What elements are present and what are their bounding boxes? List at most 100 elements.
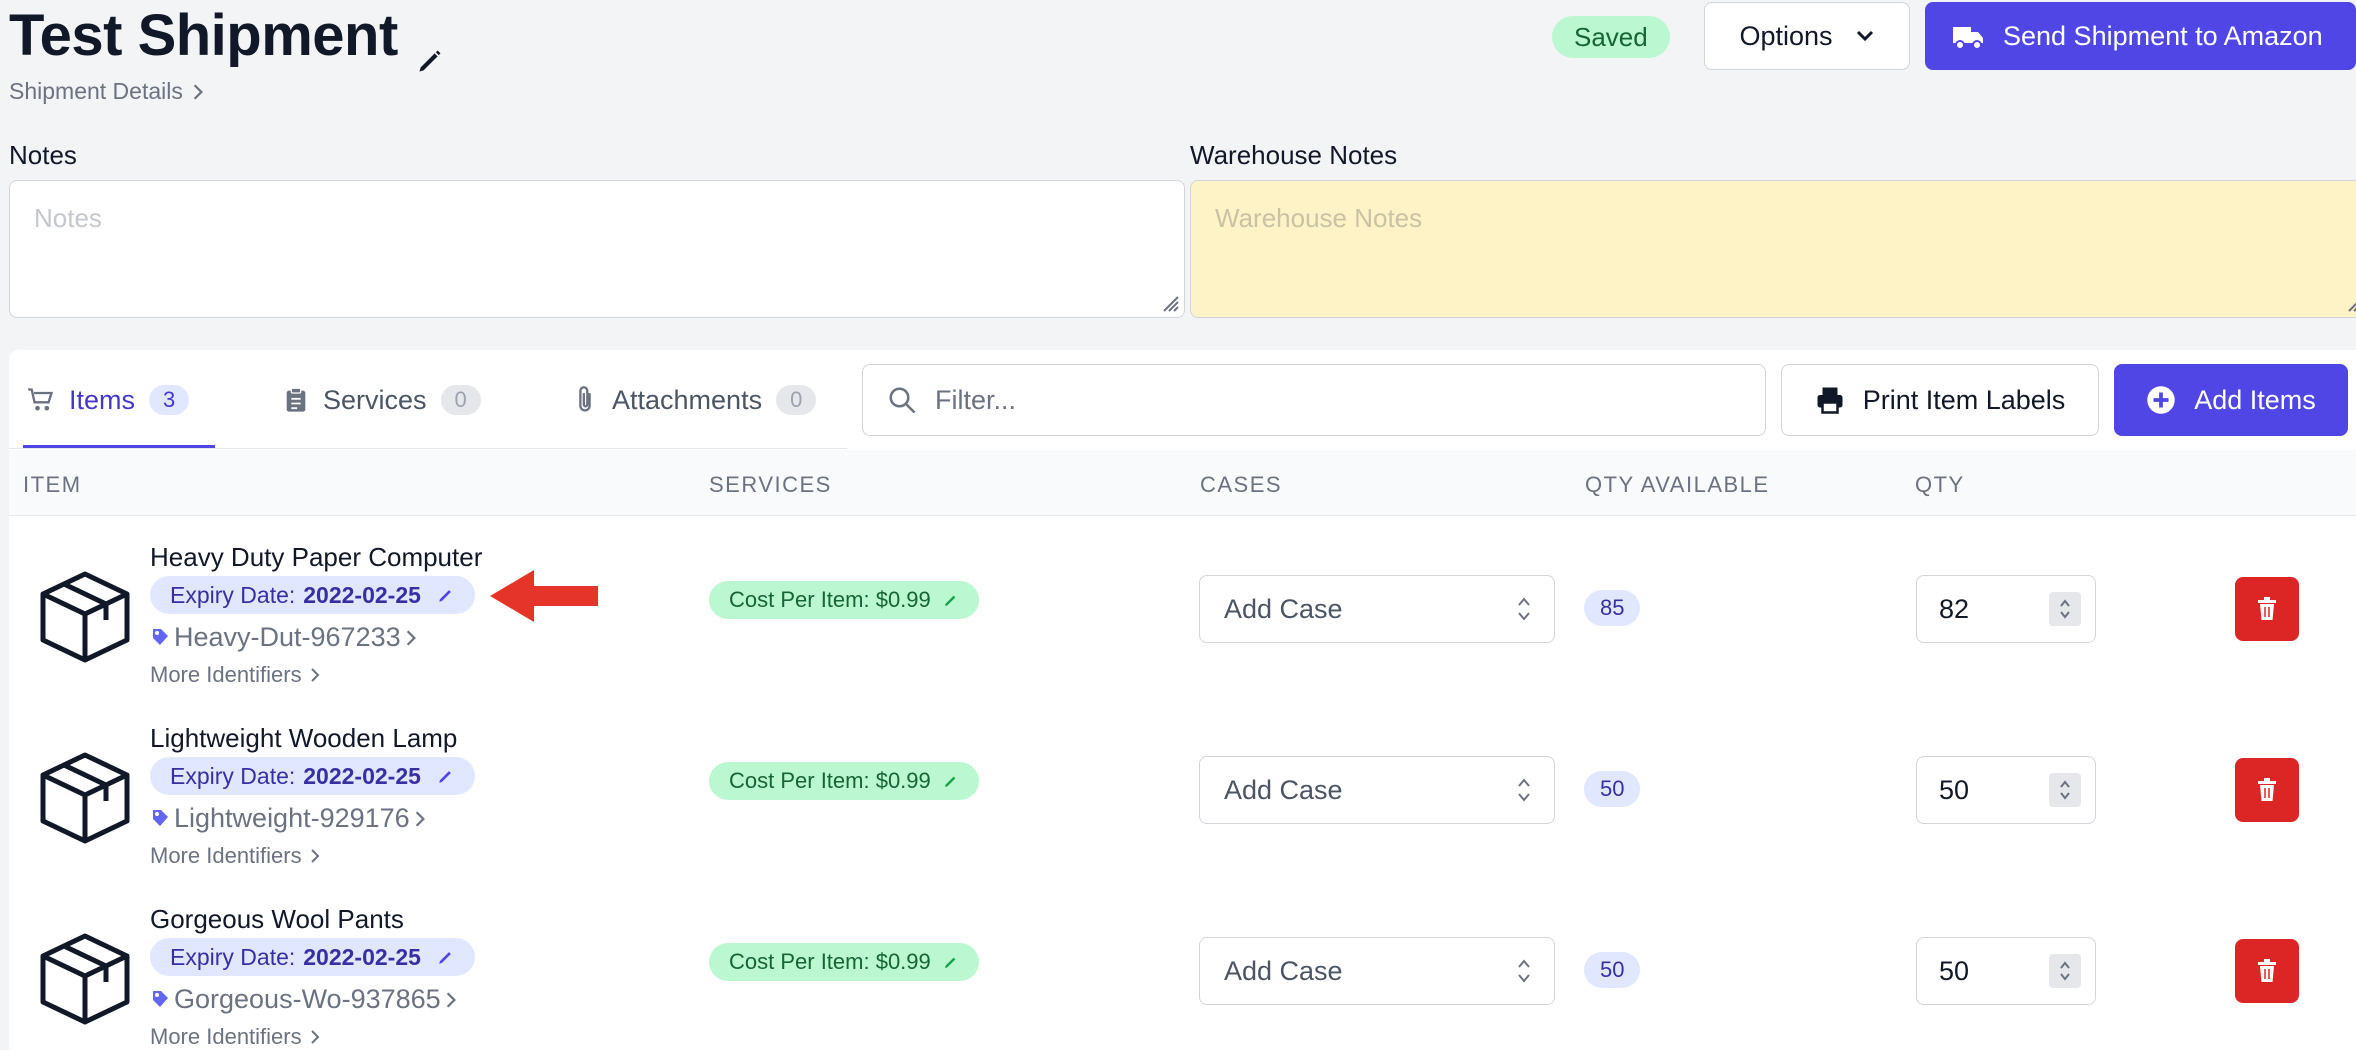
pencil-icon (439, 590, 451, 602)
resize-handle-icon[interactable] (2343, 291, 2356, 313)
qty-value: 50 (1939, 955, 1970, 986)
tag-icon (153, 628, 168, 645)
more-identifiers-link[interactable]: More Identifiers (150, 1024, 320, 1050)
table-row: Heavy Duty Paper Computer Expiry Date: 2… (9, 526, 2356, 707)
sku-text: Heavy-Dut-967233 (174, 622, 401, 652)
notes-placeholder: Notes (34, 203, 102, 233)
item-name[interactable]: Heavy Duty Paper Computer (150, 542, 482, 573)
sku-text: Lightweight-929176 (174, 803, 410, 833)
qty-value: 50 (1939, 774, 1970, 805)
warehouse-notes-label: Warehouse Notes (1190, 140, 1398, 170)
chevron-right-icon (446, 991, 456, 1008)
trash-icon (2258, 778, 2276, 801)
options-button[interactable]: Options (1704, 2, 1910, 70)
send-shipment-button[interactable]: Send Shipment to Amazon (1925, 2, 2356, 70)
more-identifiers-label: More Identifiers (150, 1024, 302, 1049)
more-identifiers-link[interactable]: More Identifiers (150, 662, 320, 688)
tab-services-label: Services (323, 384, 427, 415)
table-row: Lightweight Wooden Lamp Expiry Date: 202… (9, 707, 2356, 888)
page-title: Test Shipment (9, 2, 444, 71)
tabs-divider (9, 448, 847, 449)
add-case-select[interactable]: Add Case (1199, 575, 1555, 643)
tag-icon (153, 809, 168, 826)
add-items-label: Add Items (2194, 384, 2316, 415)
select-arrows-icon (1518, 959, 1530, 983)
select-arrows-icon (1518, 778, 1530, 802)
add-items-button[interactable]: Add Items (2114, 364, 2348, 436)
filter-placeholder: Filter... (935, 384, 1017, 415)
expiry-label: Expiry Date: (170, 581, 296, 608)
column-header-qty-available: QTY AVAILABLE (1585, 472, 1770, 497)
expiry-date: 2022-02-25 (303, 581, 421, 608)
expiry-date: 2022-02-25 (303, 762, 421, 789)
pencil-icon[interactable] (416, 22, 444, 71)
select-arrows-icon (2060, 961, 2070, 981)
add-case-select[interactable]: Add Case (1199, 937, 1555, 1005)
table-row: Gorgeous Wool Pants Expiry Date: 2022-02… (9, 888, 2356, 1050)
column-header-services: SERVICES (709, 472, 832, 497)
chevron-right-icon (310, 1030, 320, 1044)
tab-services[interactable]: Services 0 (283, 370, 481, 430)
add-case-select[interactable]: Add Case (1199, 756, 1555, 824)
service-cost-badge[interactable]: Cost Per Item: $0.99 (709, 943, 979, 981)
paperclip-icon (579, 386, 591, 412)
expiry-date: 2022-02-25 (303, 943, 421, 970)
item-sku[interactable]: Heavy-Dut-967233 (150, 622, 417, 653)
box-icon (40, 933, 130, 1025)
plus-circle-icon (2147, 386, 2175, 414)
item-name[interactable]: Gorgeous Wool Pants (150, 904, 404, 935)
qty-stepper[interactable] (2049, 773, 2081, 807)
qty-input[interactable]: 50 (1916, 937, 2096, 1005)
item-name[interactable]: Lightweight Wooden Lamp (150, 723, 457, 754)
trash-icon (2258, 959, 2276, 982)
expiry-label: Expiry Date: (170, 762, 296, 789)
breadcrumb[interactable]: Shipment Details (9, 78, 205, 105)
notes-textarea[interactable]: Notes (9, 180, 1185, 318)
delete-item-button[interactable] (2235, 758, 2299, 822)
qty-available-badge: 50 (1584, 952, 1641, 988)
tab-items[interactable]: Items 3 (27, 370, 190, 430)
add-case-placeholder: Add Case (1224, 774, 1343, 805)
qty-available-badge: 85 (1584, 590, 1641, 626)
resize-handle-icon[interactable] (1158, 291, 1180, 313)
qty-value: 82 (1939, 593, 1970, 624)
tab-attachments[interactable]: Attachments 0 (572, 370, 817, 430)
pencil-icon (439, 771, 451, 783)
tab-attachments-label: Attachments (612, 384, 763, 415)
warehouse-notes-textarea[interactable]: Warehouse Notes (1190, 180, 2356, 318)
qty-stepper[interactable] (2049, 592, 2081, 626)
annotation-arrow-icon (490, 570, 598, 622)
filter-input[interactable]: Filter... (862, 364, 1766, 436)
select-arrows-icon (1518, 597, 1530, 621)
expiry-date-badge[interactable]: Expiry Date: 2022-02-25 (150, 576, 475, 614)
print-item-labels-button[interactable]: Print Item Labels (1781, 364, 2099, 436)
chevron-right-icon (310, 668, 320, 682)
qty-stepper[interactable] (2049, 954, 2081, 988)
qty-input[interactable]: 50 (1916, 756, 2096, 824)
box-icon (40, 752, 130, 844)
search-icon (889, 387, 916, 414)
printer-icon (1817, 387, 1843, 414)
expiry-date-badge[interactable]: Expiry Date: 2022-02-25 (150, 938, 475, 976)
qty-input[interactable]: 82 (1916, 575, 2096, 643)
delete-item-button[interactable] (2235, 577, 2299, 641)
chevron-right-icon (310, 849, 320, 863)
status-badge: Saved (1552, 16, 1670, 58)
item-sku[interactable]: Gorgeous-Wo-937865 (150, 984, 457, 1015)
more-identifiers-link[interactable]: More Identifiers (150, 843, 320, 869)
item-sku[interactable]: Lightweight-929176 (150, 803, 426, 834)
pencil-icon (944, 776, 956, 787)
breadcrumb-label: Shipment Details (9, 78, 183, 104)
chevron-down-icon (1856, 30, 1873, 42)
service-cost-label: Cost Per Item: $0.99 (729, 587, 931, 612)
tab-items-count: 3 (149, 385, 190, 415)
add-case-placeholder: Add Case (1224, 593, 1343, 624)
more-identifiers-label: More Identifiers (150, 662, 302, 687)
notes-label: Notes (9, 140, 77, 170)
cart-icon (28, 388, 54, 411)
expiry-date-badge[interactable]: Expiry Date: 2022-02-25 (150, 757, 475, 795)
page-title-text: Test Shipment (9, 3, 398, 68)
service-cost-badge[interactable]: Cost Per Item: $0.99 (709, 581, 979, 619)
service-cost-badge[interactable]: Cost Per Item: $0.99 (709, 762, 979, 800)
delete-item-button[interactable] (2235, 939, 2299, 1003)
